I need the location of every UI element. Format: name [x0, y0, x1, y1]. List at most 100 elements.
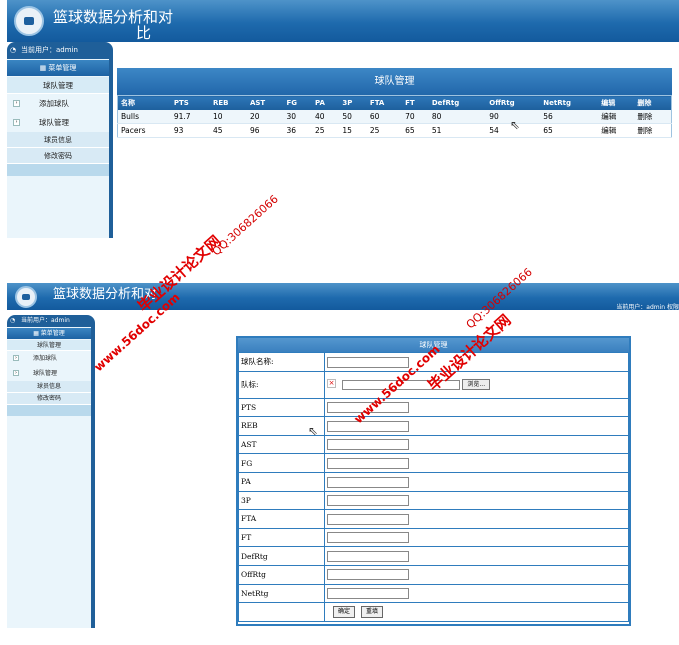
col-reb: REB: [209, 95, 247, 110]
pa-input[interactable]: [327, 476, 409, 488]
form-row: 确定 重填: [238, 602, 629, 622]
field-cell: [324, 397, 629, 418]
browse-button[interactable]: 浏览...: [462, 379, 491, 391]
cell-fta: 60: [366, 109, 403, 124]
current-user-bar: 当前用户：admin: [7, 315, 95, 327]
sidebar-item-player-info[interactable]: 球员信息: [7, 132, 109, 148]
sidebar-item-change-password[interactable]: 修改密码: [7, 148, 109, 164]
col-ast: AST: [246, 95, 284, 110]
team-form: 球队管理 球队名称: 队标: × 浏览... PTS REB AST FG PA …: [236, 336, 631, 626]
cell-reb: 10: [209, 109, 247, 124]
menu-header[interactable]: ▦ 菜单管理: [7, 60, 109, 76]
form-row: PTS: [238, 397, 629, 418]
field-cell: [324, 527, 629, 548]
col-pa: PA: [311, 95, 340, 110]
team-name-input[interactable]: [327, 356, 409, 368]
app-logo: [15, 286, 37, 308]
netrtg-input[interactable]: [327, 588, 409, 600]
field-label: 3P: [238, 490, 325, 511]
app-header: 篮球数据分析和对 比: [7, 0, 679, 42]
cell-3p: 15: [339, 123, 367, 138]
field-cell: [324, 509, 629, 529]
logo-file-input[interactable]: [342, 379, 460, 390]
col-3p: 3P: [339, 95, 367, 110]
cell-ft: 70: [402, 109, 429, 124]
form-row: 球队名称:: [238, 352, 629, 372]
col-fg: FG: [283, 95, 312, 110]
form-row: 3P: [238, 490, 629, 511]
col-defrtg: DefRtg: [428, 95, 487, 110]
ft-input[interactable]: [327, 532, 409, 544]
field-label: 球队名称:: [238, 352, 325, 372]
sidebar-item-label: 添加球队: [33, 355, 58, 362]
cell-defrtg: 51: [428, 123, 487, 138]
sidebar-section-team[interactable]: 球队管理: [7, 340, 91, 351]
current-user-bar: 当前用户：admin: [7, 42, 113, 59]
offrtg-input[interactable]: [327, 569, 409, 581]
edit-link[interactable]: 编辑: [598, 109, 635, 124]
form-row: FTA: [238, 509, 629, 529]
fta-input[interactable]: [327, 513, 409, 525]
cell-name: Bulls: [117, 109, 171, 124]
cell-fg: 30: [283, 109, 312, 124]
form-row: REB: [238, 416, 629, 436]
fg-input[interactable]: [327, 457, 409, 469]
sidebar-spacer: [7, 405, 91, 416]
sidebar-item-team-manage[interactable]: › 球队管理: [7, 113, 109, 132]
menu-header-label: 菜单管理: [40, 330, 65, 337]
table-header-row: 名称 PTS REB AST FG PA 3P FTA FT DefRtg Of…: [117, 95, 672, 110]
app-title: 篮球数据分析和对: [53, 287, 193, 303]
col-edit: 编辑: [598, 95, 635, 110]
cell-netrtg: 56: [540, 109, 599, 124]
cell-netrtg: 65: [540, 123, 599, 138]
col-fta: FTA: [366, 95, 403, 110]
3p-input[interactable]: [327, 495, 409, 507]
form-table: 球队名称: 队标: × 浏览... PTS REB AST FG PA 3P FT…: [238, 352, 629, 622]
cell-fta: 25: [366, 123, 403, 138]
sidebar: ▦ 菜单管理 球队管理 › 添加球队 › 球队管理 球员信息 修改密码: [7, 59, 113, 238]
cell-reb: 45: [209, 123, 247, 138]
submit-button[interactable]: 确定: [333, 605, 356, 618]
sidebar-item-player-info[interactable]: 球员信息: [7, 381, 91, 393]
broken-image-icon: ×: [327, 379, 336, 389]
sidebar-item-label: 球队管理: [33, 370, 58, 377]
form-row: OffRtg: [238, 564, 629, 585]
app-header: 篮球数据分析和对 当前用户：admin 权限: [7, 283, 679, 311]
form-row: FG: [238, 453, 629, 473]
sidebar-section-team[interactable]: 球队管理: [7, 77, 109, 94]
expand-icon: ›: [13, 100, 20, 107]
delete-link[interactable]: 删除: [634, 109, 672, 124]
expand-icon: ›: [13, 119, 20, 126]
app-title-line2: 比: [135, 24, 151, 42]
sidebar: ▦ 菜单管理 球队管理 › 添加球队 › 球队管理 球员信息 修改密码: [7, 327, 95, 628]
field-cell: [324, 453, 629, 473]
grid-icon: ▦: [33, 330, 41, 337]
field-label: FTA: [238, 509, 325, 529]
table-row: Bulls 91.7 10 20 30 40 50 60 70 80 90 56…: [117, 109, 672, 124]
cell-ast: 20: [246, 109, 284, 124]
pts-input[interactable]: [327, 402, 409, 414]
form-row: DefRtg: [238, 546, 629, 566]
menu-header[interactable]: ▦ 菜单管理: [7, 328, 91, 339]
sidebar-item-add-team[interactable]: › 添加球队: [7, 94, 109, 113]
reset-button[interactable]: 重填: [361, 605, 384, 618]
sidebar-item-label: 添加球队: [39, 99, 69, 108]
reb-input[interactable]: [327, 420, 409, 432]
field-label: 队标:: [238, 370, 325, 399]
sidebar-item-add-team[interactable]: › 添加球队: [7, 351, 91, 366]
field-cell: [324, 583, 629, 604]
sidebar-item-change-password[interactable]: 修改密码: [7, 393, 91, 405]
sidebar-item-team-manage[interactable]: › 球队管理: [7, 366, 91, 381]
field-cell: [324, 416, 629, 436]
field-label: OffRtg: [238, 564, 325, 585]
edit-link[interactable]: 编辑: [598, 123, 635, 138]
col-name: 名称: [117, 95, 171, 110]
menu-header-label: 菜单管理: [48, 64, 77, 72]
field-cell: 确定 重填: [324, 602, 629, 622]
form-title: 球队管理: [238, 338, 629, 352]
defrtg-input[interactable]: [327, 550, 409, 562]
field-label: PA: [238, 471, 325, 492]
ast-input[interactable]: [327, 439, 409, 451]
delete-link[interactable]: 删除: [634, 123, 672, 138]
app-logo: [14, 6, 44, 36]
